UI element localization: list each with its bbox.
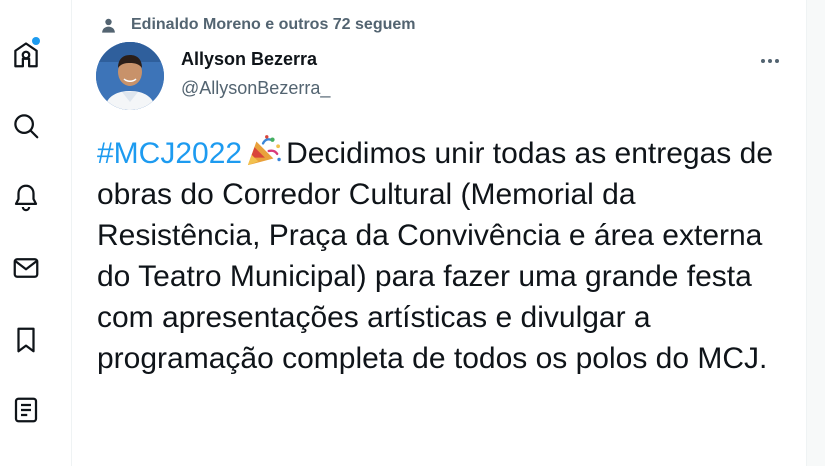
mail-icon bbox=[13, 258, 39, 278]
right-sidebar-edge bbox=[807, 0, 825, 466]
more-dot-icon bbox=[768, 59, 772, 63]
author-handle[interactable]: @AllysonBezerra_ bbox=[181, 78, 330, 99]
more-dot-icon bbox=[761, 59, 765, 63]
column-divider-left bbox=[71, 0, 72, 466]
notification-dot bbox=[32, 37, 40, 45]
nav-messages[interactable] bbox=[6, 248, 46, 288]
social-context[interactable]: Edinaldo Moreno e outros 72 seguem bbox=[100, 14, 416, 36]
person-icon bbox=[102, 18, 115, 33]
social-context-text: Edinaldo Moreno e outros 72 seguem bbox=[131, 16, 416, 33]
nav-home[interactable] bbox=[6, 35, 46, 75]
avatar[interactable] bbox=[96, 42, 164, 110]
author-name[interactable]: Allyson Bezerra bbox=[181, 49, 317, 70]
nav-notifications[interactable] bbox=[6, 177, 46, 217]
bookmark-icon bbox=[17, 327, 35, 353]
more-options-button[interactable] bbox=[752, 48, 788, 74]
more-dot-icon bbox=[775, 59, 779, 63]
tweet-text: #MCJ2022 Decidimos unir todas as entrega… bbox=[97, 133, 787, 379]
nav-lists[interactable] bbox=[6, 390, 46, 430]
tweet-body: Decidimos unir todas as entregas de obra… bbox=[97, 137, 774, 375]
avatar-image bbox=[96, 42, 164, 110]
nav-bookmarks[interactable] bbox=[6, 320, 46, 360]
search-icon bbox=[14, 114, 39, 139]
list-icon bbox=[14, 397, 38, 423]
hashtag-link[interactable]: #MCJ2022 bbox=[97, 137, 242, 170]
bell-icon bbox=[14, 184, 38, 212]
nav-explore[interactable] bbox=[6, 106, 46, 146]
party-popper-icon bbox=[247, 135, 281, 166]
left-nav bbox=[0, 0, 52, 466]
